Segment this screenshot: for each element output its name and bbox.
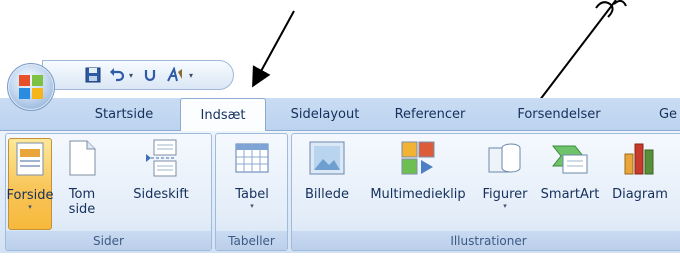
group-label-sider: Sider <box>6 231 211 250</box>
format-painter-button[interactable] <box>165 65 185 85</box>
group-label-illustrationer: Illustrationer <box>292 231 680 250</box>
font-style-icon <box>167 67 182 82</box>
tabel-label: Tabel <box>235 187 269 202</box>
save-button[interactable] <box>83 65 103 85</box>
tab-indsaet[interactable]: Indsæt <box>180 98 266 131</box>
tab-referencer[interactable]: Referencer <box>382 98 478 130</box>
office-button[interactable] <box>7 63 55 111</box>
diagram-button[interactable]: Diagram <box>606 138 674 202</box>
undo-dropdown[interactable]: ▾ <box>125 65 137 85</box>
sideskift-button[interactable]: Sideskift <box>114 138 208 202</box>
tabel-dropdown-icon[interactable]: ▾ <box>250 202 254 210</box>
smartart-button[interactable]: SmartArt <box>538 138 602 202</box>
figurer-dropdown-icon[interactable]: ▾ <box>503 202 507 210</box>
undo-icon <box>110 68 125 82</box>
group-tabeller: Tabel ▾ Tabeller <box>215 133 288 251</box>
chart-icon <box>620 138 660 178</box>
forside-label: Forside <box>6 188 54 203</box>
forside-dropdown-icon[interactable]: ▾ <box>28 203 32 211</box>
figurer-label: Figurer <box>482 187 528 202</box>
cropped-text-fragment <box>595 0 627 18</box>
group-label-tabeller: Tabeller <box>216 231 287 250</box>
quick-access-toolbar: ▾ ▾ <box>42 60 234 90</box>
tabel-button[interactable]: Tabel ▾ <box>222 138 282 210</box>
tab-gennemse[interactable]: Ge <box>648 98 680 130</box>
multimedieklip-label: Multimedieklip <box>370 187 466 202</box>
ribbon-body: Forside ▾ Tom side Sideskift Sider Tabel… <box>0 130 680 253</box>
customize-qat-dropdown[interactable]: ▾ <box>185 65 197 85</box>
redo-icon <box>144 70 156 82</box>
ribbon-tab-row: Startside Indsæt Sidelayout Referencer F… <box>0 98 680 131</box>
billede-label: Billede <box>304 187 349 202</box>
clip-art-icon <box>398 138 438 178</box>
tom-side-label: Tom side <box>68 187 96 217</box>
office-logo-icon <box>19 75 43 99</box>
diagram-label: Diagram <box>612 187 668 202</box>
picture-icon <box>307 138 347 178</box>
smartart-label: SmartArt <box>540 187 600 202</box>
forside-button[interactable]: Forside ▾ <box>6 138 54 230</box>
tab-sidelayout[interactable]: Sidelayout <box>280 98 370 130</box>
table-icon <box>232 138 272 178</box>
sideskift-label: Sideskift <box>133 187 189 202</box>
multimedieklip-button[interactable]: Multimedieklip <box>365 138 471 202</box>
shapes-icon <box>485 138 525 178</box>
figurer-button[interactable]: Figurer ▾ <box>476 138 534 210</box>
tab-startside[interactable]: Startside <box>80 98 168 130</box>
tom-side-button[interactable]: Tom side <box>58 138 106 217</box>
arrow-to-indsaet-tab <box>252 10 295 88</box>
tab-forsendelser[interactable]: Forsendelser <box>500 98 618 130</box>
undo-button[interactable] <box>107 65 127 85</box>
group-sider: Forside ▾ Tom side Sideskift Sider <box>5 133 212 251</box>
redo-button[interactable] <box>141 65 161 85</box>
save-icon <box>85 67 101 83</box>
group-illustrationer: Billede Multimedieklip Figurer ▾ SmartAr… <box>291 133 680 251</box>
blank-page-icon <box>62 138 102 178</box>
cover-page-icon <box>10 139 50 179</box>
billede-button[interactable]: Billede <box>296 138 358 202</box>
page-break-icon <box>141 138 181 178</box>
smartart-icon <box>550 138 590 178</box>
